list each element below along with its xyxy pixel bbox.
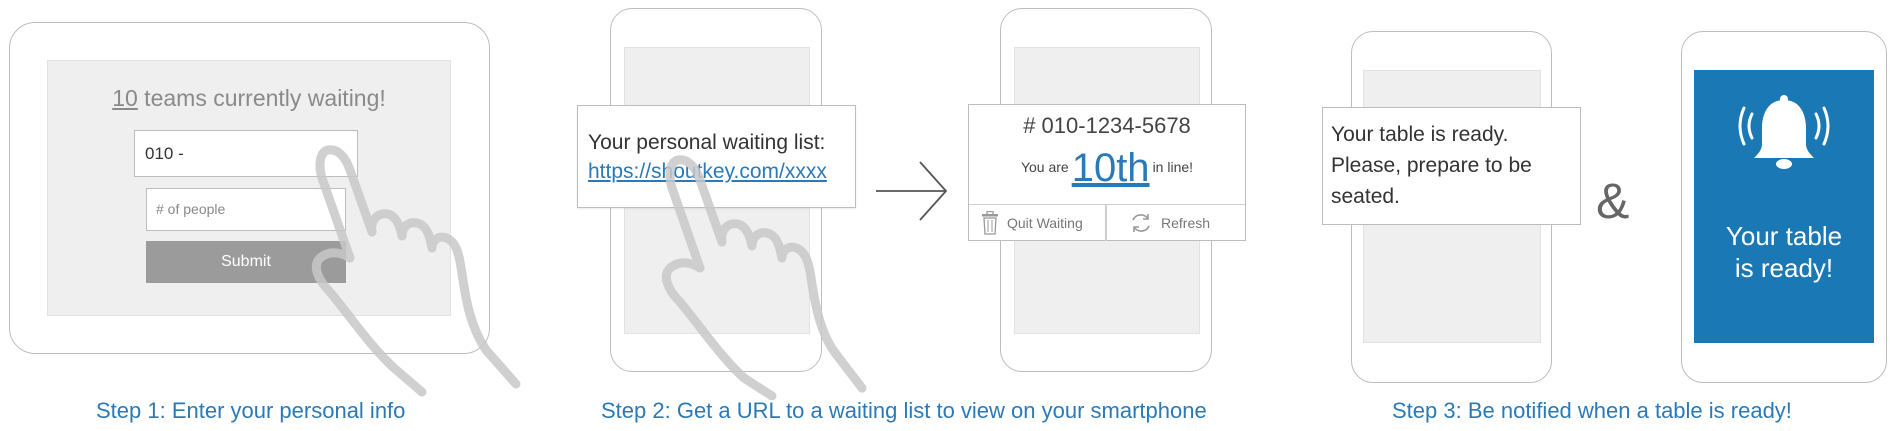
waiting-status-card: # 010-1234-5678 You are10th in line! Quit…: [968, 104, 1246, 241]
trash-icon: [982, 211, 998, 235]
refresh-label: Refresh: [1161, 215, 1211, 231]
refresh-icon: [1132, 214, 1150, 232]
arrow-right-icon: [876, 161, 948, 221]
ready-line-3: seated.: [1331, 185, 1400, 208]
refresh-button[interactable]: Refresh: [1129, 205, 1210, 241]
notification-screen: Your table is ready!: [1694, 70, 1874, 343]
in-line-label: in line!: [1152, 159, 1194, 176]
waiting-count: 10: [112, 85, 138, 111]
action-divider: [1105, 205, 1107, 241]
ampersand: &: [1596, 173, 1630, 229]
notify-line-1: Your table: [1725, 221, 1843, 251]
step2-caption: Step 2: Get a URL to a waiting list to v…: [601, 398, 1207, 423]
waiting-status-text: 10 teams currently waiting!: [47, 85, 451, 112]
card-actions: Quit Waiting Refresh: [969, 204, 1245, 242]
waiting-label: teams currently waiting!: [137, 85, 386, 111]
notify-line-2: is ready!: [1734, 253, 1834, 283]
quit-waiting-button[interactable]: Quit Waiting: [981, 205, 1083, 241]
hand-pointer-icon: [311, 145, 521, 397]
table-ready-message-card: Your table is ready. Please, prepare to …: [1322, 107, 1581, 225]
ready-line-1: Your table is ready.: [1331, 123, 1509, 146]
step1-caption: Step 1: Enter your personal info: [96, 398, 406, 423]
hand-pointer-icon: [661, 155, 867, 400]
you-are-label: You are: [1020, 159, 1069, 176]
notification-text: Your table is ready!: [1694, 220, 1874, 284]
queue-position-line: You are10th in line!: [969, 146, 1245, 191]
ready-line-2: Please, prepare to be: [1331, 154, 1532, 177]
phone-number-display: # 010-1234-5678: [1023, 113, 1191, 138]
queue-position: 10th: [1071, 146, 1150, 190]
bell-icon: [1738, 95, 1830, 169]
step3-caption: Step 3: Be notified when a table is read…: [1392, 398, 1792, 423]
quit-waiting-label: Quit Waiting: [1007, 215, 1083, 231]
